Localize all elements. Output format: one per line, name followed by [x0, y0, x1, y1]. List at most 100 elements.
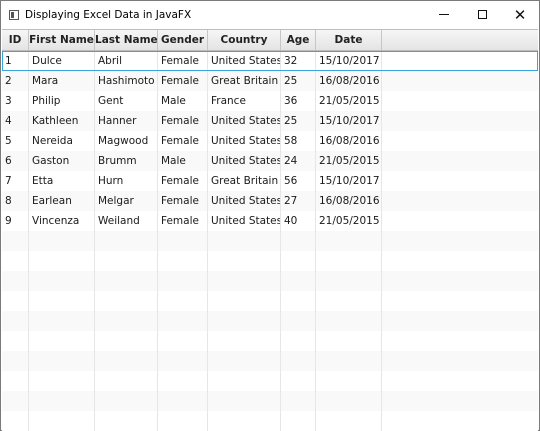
- cell-last-name[interactable]: Gent: [95, 91, 158, 111]
- table-body[interactable]: 1 Dulce Abril Female United States 32 15/10/20…: [2, 51, 538, 431]
- cell-age[interactable]: 36: [281, 91, 316, 111]
- cell-gender[interactable]: Female: [158, 211, 208, 231]
- cell-country[interactable]: United States: [208, 151, 281, 171]
- cell-id[interactable]: 1: [2, 51, 29, 71]
- cell-gender[interactable]: Female: [158, 171, 208, 191]
- table-row[interactable]: 9 Vincenza Weiland Female United States 40 21/…: [2, 211, 538, 231]
- cell-first-name[interactable]: Etta: [29, 171, 95, 191]
- cell-last-name[interactable]: Hurn: [95, 171, 158, 191]
- cell-date[interactable]: 16/08/2016: [316, 131, 382, 151]
- cell-filler: [382, 291, 538, 311]
- table-row[interactable]: 3 Philip Gent Male France 36 21/05/2015: [2, 91, 538, 111]
- cell-gender[interactable]: Female: [158, 191, 208, 211]
- cell-first-name[interactable]: Philip: [29, 91, 95, 111]
- cell-country[interactable]: United States: [208, 51, 281, 71]
- minimize-button[interactable]: [425, 1, 463, 28]
- cell-id[interactable]: 3: [2, 91, 29, 111]
- column-header-gender[interactable]: Gender: [158, 30, 208, 50]
- title-bar[interactable]: Displaying Excel Data in JavaFX ✕: [1, 1, 539, 28]
- cell-first-name[interactable]: Gaston: [29, 151, 95, 171]
- cell-gender: [158, 251, 208, 271]
- cell-first-name[interactable]: Vincenza: [29, 211, 95, 231]
- cell-date[interactable]: 15/10/2017: [316, 51, 382, 71]
- cell-country[interactable]: France: [208, 91, 281, 111]
- table-row[interactable]: 6 Gaston Brumm Male United States 24 21/05/201…: [2, 151, 538, 171]
- cell-id[interactable]: 7: [2, 171, 29, 191]
- cell-filler: [382, 71, 538, 91]
- cell-last-name[interactable]: Weiland: [95, 211, 158, 231]
- cell-date[interactable]: 16/08/2016: [316, 191, 382, 211]
- cell-id: [2, 231, 29, 251]
- cell-id[interactable]: 9: [2, 211, 29, 231]
- cell-age[interactable]: 58: [281, 131, 316, 151]
- cell-filler: [382, 271, 538, 291]
- table-row[interactable]: 5 Nereida Magwood Female United States 58 16/0…: [2, 131, 538, 151]
- cell-last-name[interactable]: Melgar: [95, 191, 158, 211]
- close-button[interactable]: ✕: [501, 1, 539, 28]
- cell-country[interactable]: United States: [208, 191, 281, 211]
- cell-first-name[interactable]: Dulce: [29, 51, 95, 71]
- cell-first-name[interactable]: Kathleen: [29, 111, 95, 131]
- cell-gender[interactable]: Male: [158, 151, 208, 171]
- cell-date[interactable]: 15/10/2017: [316, 171, 382, 191]
- cell-last-name: [95, 251, 158, 271]
- cell-age: [281, 391, 316, 411]
- cell-date[interactable]: 21/05/2015: [316, 91, 382, 111]
- cell-id: [2, 371, 29, 391]
- cell-country[interactable]: United States: [208, 211, 281, 231]
- cell-age[interactable]: 27: [281, 191, 316, 211]
- cell-first-name[interactable]: Nereida: [29, 131, 95, 151]
- table-row[interactable]: 4 Kathleen Hanner Female United States 25 15/1…: [2, 111, 538, 131]
- cell-id[interactable]: 2: [2, 71, 29, 91]
- cell-last-name[interactable]: Hanner: [95, 111, 158, 131]
- empty-table-row: [2, 391, 538, 411]
- cell-filler: [382, 191, 538, 211]
- cell-country[interactable]: United States: [208, 111, 281, 131]
- cell-gender[interactable]: Female: [158, 71, 208, 91]
- cell-age: [281, 231, 316, 251]
- table-row[interactable]: 1 Dulce Abril Female United States 32 15/10/20…: [2, 51, 538, 71]
- cell-country[interactable]: Great Britain: [208, 71, 281, 91]
- cell-id[interactable]: 5: [2, 131, 29, 151]
- cell-id[interactable]: 8: [2, 191, 29, 211]
- cell-filler: [382, 411, 538, 431]
- cell-gender[interactable]: Male: [158, 91, 208, 111]
- cell-last-name[interactable]: Abril: [95, 51, 158, 71]
- column-header-country[interactable]: Country: [208, 30, 281, 50]
- cell-last-name[interactable]: Magwood: [95, 131, 158, 151]
- cell-id[interactable]: 4: [2, 111, 29, 131]
- cell-age[interactable]: 40: [281, 211, 316, 231]
- cell-first-name[interactable]: Earlean: [29, 191, 95, 211]
- cell-id[interactable]: 6: [2, 151, 29, 171]
- cell-first-name: [29, 371, 95, 391]
- cell-last-name[interactable]: Brumm: [95, 151, 158, 171]
- cell-age[interactable]: 25: [281, 71, 316, 91]
- table-row[interactable]: 7 Etta Hurn Female Great Britain 56 15/10/2017: [2, 171, 538, 191]
- cell-date[interactable]: 21/05/2015: [316, 151, 382, 171]
- cell-date[interactable]: 21/05/2015: [316, 211, 382, 231]
- cell-date[interactable]: 16/08/2016: [316, 71, 382, 91]
- empty-table-row: [2, 271, 538, 291]
- cell-first-name: [29, 311, 95, 331]
- cell-gender[interactable]: Female: [158, 51, 208, 71]
- cell-first-name[interactable]: Mara: [29, 71, 95, 91]
- cell-age[interactable]: 32: [281, 51, 316, 71]
- column-header-id[interactable]: ID: [2, 30, 29, 50]
- cell-gender[interactable]: Female: [158, 111, 208, 131]
- cell-country[interactable]: Great Britain: [208, 171, 281, 191]
- maximize-button[interactable]: [463, 1, 501, 28]
- table-row[interactable]: 8 Earlean Melgar Female United States 27 16/08…: [2, 191, 538, 211]
- cell-age[interactable]: 25: [281, 111, 316, 131]
- cell-gender[interactable]: Female: [158, 131, 208, 151]
- table-row[interactable]: 2 Mara Hashimoto Female Great Britain 25 16/08…: [2, 71, 538, 91]
- cell-age[interactable]: 56: [281, 171, 316, 191]
- column-header-last-name[interactable]: Last Name: [95, 30, 158, 50]
- cell-date[interactable]: 15/10/2017: [316, 111, 382, 131]
- cell-country[interactable]: United States: [208, 131, 281, 151]
- column-header-date[interactable]: Date: [316, 30, 382, 50]
- cell-age[interactable]: 24: [281, 151, 316, 171]
- data-table[interactable]: ID First Name Last Name Gender Country Age Dat…: [2, 29, 538, 431]
- column-header-first-name[interactable]: First Name: [29, 30, 95, 50]
- cell-last-name[interactable]: Hashimoto: [95, 71, 158, 91]
- column-header-age[interactable]: Age: [281, 30, 316, 50]
